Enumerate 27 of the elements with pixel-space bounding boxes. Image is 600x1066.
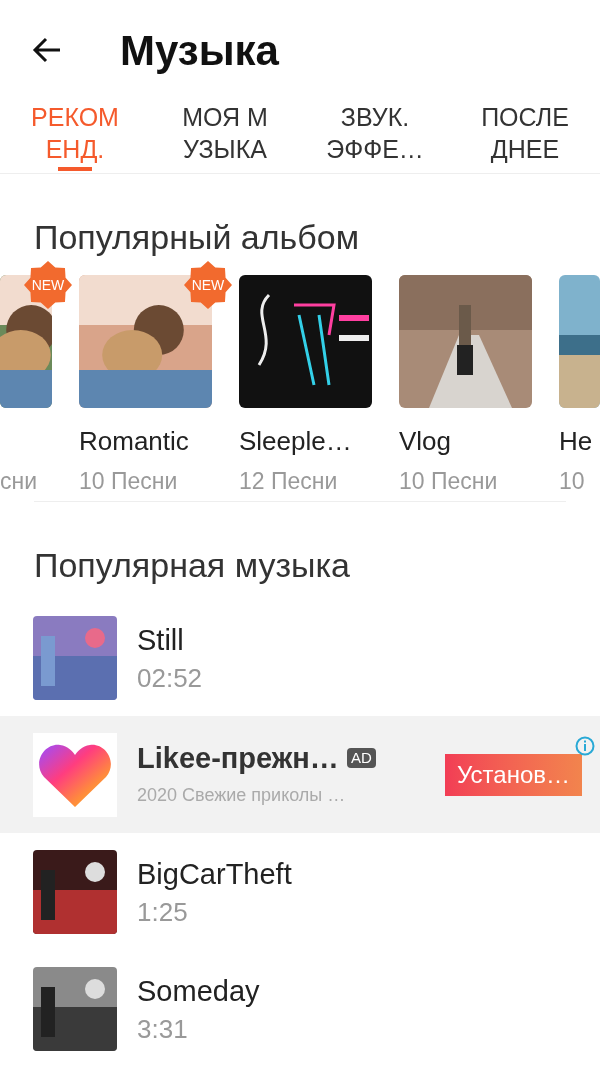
new-badge: NEW: [184, 261, 232, 309]
new-badge: NEW: [24, 261, 72, 309]
tab[interactable]: МОЯ М УЗЫКА: [150, 100, 300, 173]
section-heading: Популярная музыка: [34, 546, 351, 584]
ad-subtitle: 2020 Свежие приколы …: [137, 783, 347, 807]
album-song-count: сни: [0, 467, 39, 496]
page-title: Музыка: [120, 25, 279, 76]
album-name: He: [559, 426, 593, 456]
ad-title: Likee-прежн…: [137, 740, 339, 776]
tab[interactable]: ЗВУК. ЭФФЕ…: [300, 100, 450, 173]
song-title: BigCarTheft: [137, 856, 292, 892]
ad-badge: AD: [346, 747, 376, 768]
song-duration: 3:31: [137, 1012, 189, 1046]
back-icon[interactable]: [32, 37, 62, 63]
song-duration: 1:25: [137, 895, 189, 929]
tab[interactable]: ПОСЛЕ ДНЕЕ: [450, 100, 600, 173]
album-name: Romantic: [79, 426, 189, 456]
album-name: Vlog: [399, 426, 452, 456]
section-heading: Популярный альбом: [34, 218, 360, 256]
song-title: Someday: [137, 973, 260, 1009]
song-duration: 02:52: [137, 661, 203, 695]
album-song-count: 12 Песни: [239, 467, 339, 496]
album-name: Sleeple…: [239, 426, 352, 456]
album-song-count: 10: [559, 467, 586, 496]
album-song-count: 10 Песни: [79, 467, 179, 496]
song-title: Still: [137, 622, 185, 658]
album-song-count: 10 Песни: [399, 467, 499, 496]
